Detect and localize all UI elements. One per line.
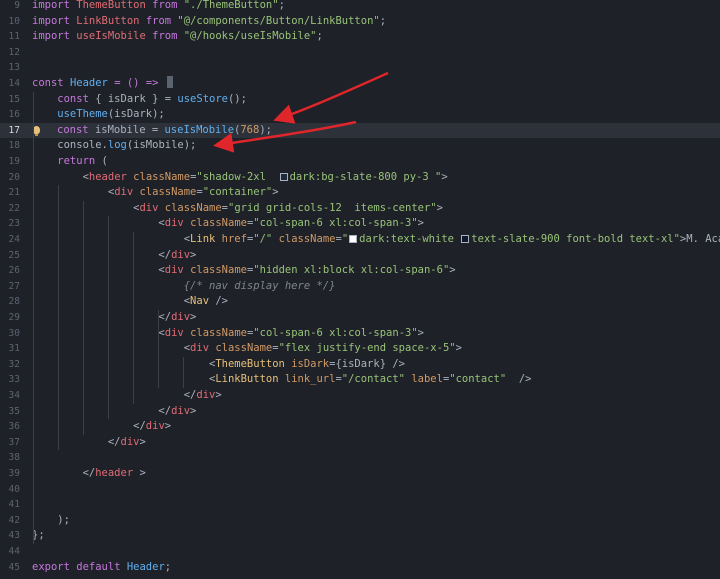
arrow-to-console-log-line (213, 120, 357, 153)
arrow-to-ismobile-line (273, 71, 389, 124)
annotation-arrows (213, 71, 389, 153)
